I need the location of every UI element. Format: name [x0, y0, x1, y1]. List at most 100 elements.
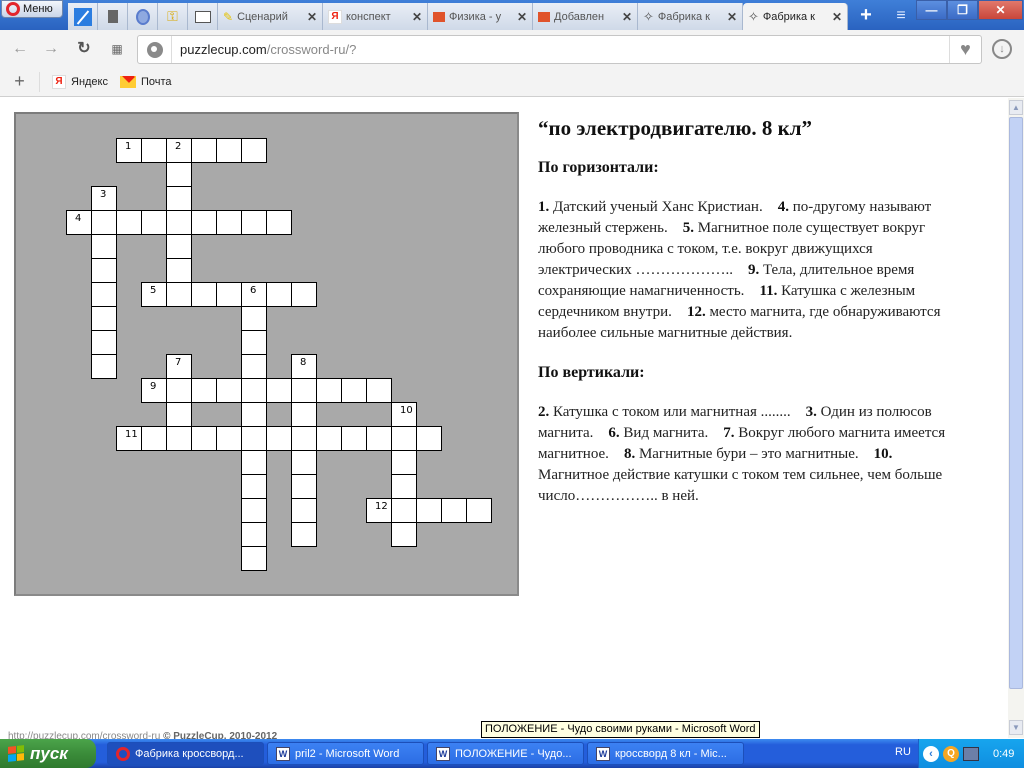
crossword-cell[interactable]: 11 [116, 426, 142, 451]
crossword-cell[interactable] [241, 522, 267, 547]
crossword-cell[interactable] [216, 138, 242, 163]
crossword-cell[interactable] [241, 498, 267, 523]
crossword-cell[interactable] [416, 426, 442, 451]
pinned-tab-speed-dial[interactable] [68, 3, 98, 30]
crossword-cell[interactable]: 6 [241, 282, 267, 307]
crossword-cell[interactable] [166, 186, 192, 211]
crossword-cell[interactable]: 4 [66, 210, 92, 235]
crossword-cell[interactable] [166, 234, 192, 259]
tray-app-icon[interactable]: Q [943, 745, 959, 762]
crossword-cell[interactable] [391, 426, 417, 451]
crossword-cell[interactable] [141, 210, 167, 235]
crossword-cell[interactable] [166, 378, 192, 403]
crossword-cell[interactable] [241, 426, 267, 451]
crossword-cell[interactable]: 9 [141, 378, 167, 403]
crossword-cell[interactable]: 5 [141, 282, 167, 307]
show-hidden-icons-chevron-icon[interactable]: ‹ [923, 745, 939, 762]
crossword-cell[interactable] [291, 498, 317, 523]
scrollbar-thumb[interactable] [1009, 117, 1023, 689]
add-bookmark-plus-icon[interactable]: + [0, 72, 40, 92]
crossword-cell[interactable] [266, 210, 292, 235]
crossword-cell[interactable] [216, 210, 242, 235]
crossword-cell[interactable] [316, 426, 342, 451]
crossword-cell[interactable] [91, 258, 117, 283]
vertical-scrollbar[interactable]: ▲ ▼ [1008, 98, 1024, 738]
speed-dial-grid-icon[interactable]: ▦ [107, 39, 127, 59]
crossword-cell[interactable] [241, 306, 267, 331]
crossword-cell[interactable] [241, 330, 267, 355]
tab-menu-icon[interactable]: ≡ [890, 5, 912, 27]
pinned-tab-key[interactable]: ⚿ [158, 3, 188, 30]
crossword-cell[interactable] [241, 210, 267, 235]
crossword-cell[interactable] [266, 378, 292, 403]
crossword-cell[interactable] [241, 354, 267, 379]
scroll-up-arrow-icon[interactable]: ▲ [1009, 100, 1023, 115]
network-icon[interactable] [963, 746, 979, 761]
address-bar[interactable]: puzzlecup.com /crossword-ru/? ♥ [137, 35, 982, 64]
tab[interactable]: Физика - у ✕ [428, 3, 533, 30]
crossword-cell[interactable] [216, 426, 242, 451]
close-tab-icon[interactable]: ✕ [622, 10, 632, 24]
minimize-icon[interactable]: — [916, 0, 947, 20]
taskbar-item[interactable]: W pril2 - Microsoft Word [267, 742, 424, 765]
close-tab-icon[interactable]: ✕ [517, 10, 527, 24]
crossword-cell[interactable] [141, 138, 167, 163]
crossword-cell[interactable] [191, 210, 217, 235]
bookmark-yandex[interactable]: Я Яндекс [52, 75, 108, 89]
crossword-cell[interactable] [216, 378, 242, 403]
heart-icon[interactable]: ♥ [949, 36, 981, 63]
crossword-cell[interactable] [266, 282, 292, 307]
crossword-cell[interactable]: 2 [166, 138, 192, 163]
crossword-cell[interactable] [191, 138, 217, 163]
crossword-cell[interactable] [366, 378, 392, 403]
pinned-tab-page[interactable] [98, 3, 128, 30]
crossword-cell[interactable] [291, 282, 317, 307]
crossword-cell[interactable] [291, 474, 317, 499]
download-icon[interactable]: ↓ [992, 39, 1012, 59]
crossword-cell[interactable] [166, 162, 192, 187]
crossword-cell[interactable] [241, 378, 267, 403]
close-tab-icon[interactable]: ✕ [412, 10, 422, 24]
start-button[interactable]: пуск [0, 739, 96, 768]
taskbar-item[interactable]: W ПОЛОЖЕНИЕ - Чудо... [427, 742, 584, 765]
pinned-tab-presentation[interactable] [188, 3, 218, 30]
crossword-cell[interactable] [366, 426, 392, 451]
new-tab-plus-icon[interactable]: + [853, 5, 879, 27]
crossword-cell[interactable] [191, 426, 217, 451]
crossword-cell[interactable] [241, 138, 267, 163]
tab[interactable]: Я конспект ✕ [323, 3, 428, 30]
crossword-cell[interactable] [91, 234, 117, 259]
forward-arrow-icon[interactable]: → [41, 39, 61, 59]
taskbar-item[interactable]: W кроссворд 8 кл - Mic... [587, 742, 744, 765]
crossword-cell[interactable] [341, 378, 367, 403]
crossword-cell[interactable] [241, 450, 267, 475]
crossword-cell[interactable]: 12 [366, 498, 392, 523]
crossword-cell[interactable] [291, 450, 317, 475]
crossword-cell[interactable] [91, 210, 117, 235]
crossword-cell[interactable] [91, 306, 117, 331]
crossword-cell[interactable] [391, 450, 417, 475]
crossword-cell[interactable] [166, 426, 192, 451]
crossword-cell[interactable] [291, 426, 317, 451]
bookmark-mail[interactable]: Почта [120, 76, 172, 88]
crossword-cell[interactable] [116, 210, 142, 235]
crossword-cell[interactable]: 8 [291, 354, 317, 379]
crossword-cell[interactable] [291, 522, 317, 547]
crossword-cell[interactable] [266, 426, 292, 451]
crossword-cell[interactable] [191, 378, 217, 403]
crossword-cell[interactable] [391, 522, 417, 547]
crossword-cell[interactable] [341, 426, 367, 451]
crossword-cell[interactable] [91, 354, 117, 379]
crossword-cell[interactable] [391, 498, 417, 523]
crossword-cell[interactable] [441, 498, 467, 523]
close-tab-icon[interactable]: ✕ [832, 10, 842, 24]
close-tab-icon[interactable]: ✕ [307, 10, 317, 24]
crossword-cell[interactable] [241, 402, 267, 427]
restore-icon[interactable]: ❐ [947, 0, 978, 20]
crossword-cell[interactable] [416, 498, 442, 523]
crossword-cell[interactable] [166, 402, 192, 427]
crossword-cell[interactable] [316, 378, 342, 403]
tab-active[interactable]: ✧ Фабрика к ✕ [743, 3, 848, 30]
crossword-cell[interactable] [141, 426, 167, 451]
crossword-cell[interactable] [466, 498, 492, 523]
